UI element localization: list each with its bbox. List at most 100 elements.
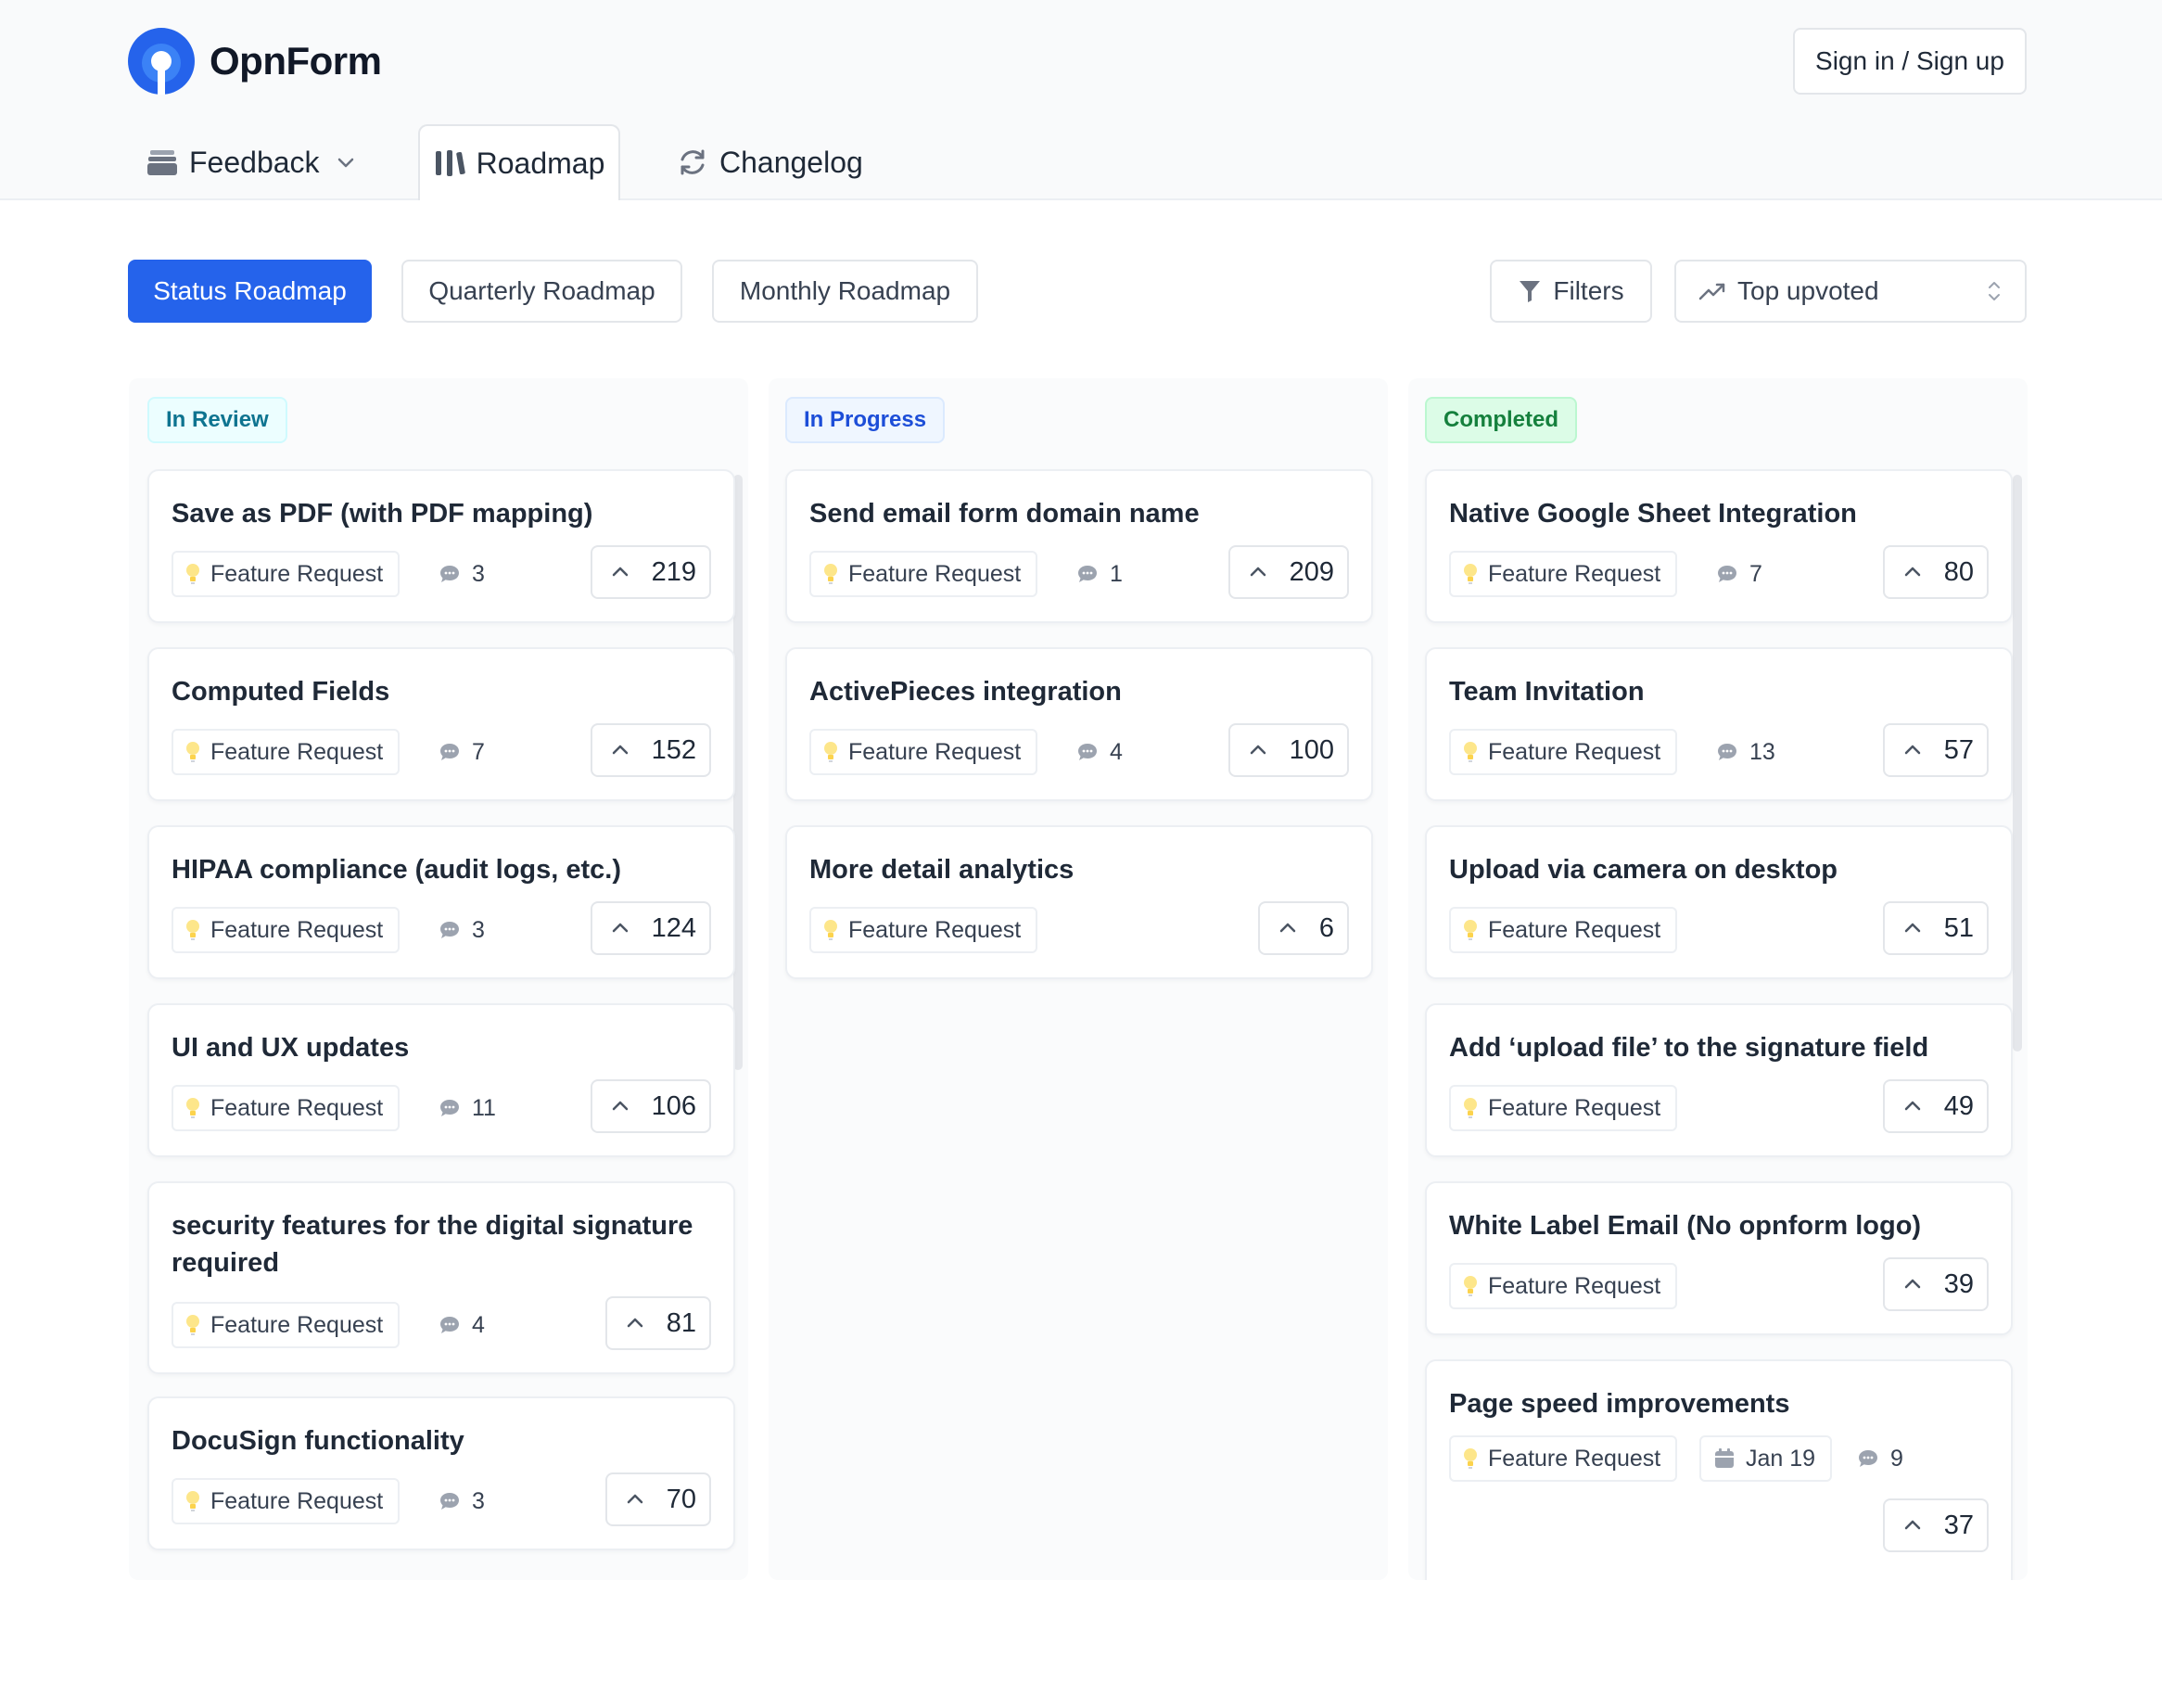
chevron-up-icon bbox=[627, 1318, 642, 1328]
card-title: Team Invitation bbox=[1449, 677, 1645, 707]
roadmap-card[interactable]: Native Google Sheet Integration Feature … bbox=[1425, 469, 2013, 623]
comment-count-value: 1 bbox=[1110, 560, 1123, 587]
sort-select[interactable]: Top upvoted bbox=[1674, 260, 2027, 323]
chat-bubble-icon bbox=[1718, 744, 1736, 760]
tag-feature-request[interactable]: Feature Request bbox=[172, 1478, 401, 1524]
upvote-button[interactable]: 51 bbox=[1882, 901, 1989, 955]
tab-quarterly-roadmap[interactable]: Quarterly Roadmap bbox=[401, 260, 682, 323]
roadmap-card[interactable]: Save as PDF (with PDF mapping) Feature R… bbox=[147, 469, 735, 623]
roadmap-card[interactable]: UI and UX updates Feature Request 11 106 bbox=[147, 1003, 735, 1157]
card-title: Native Google Sheet Integration bbox=[1449, 499, 1857, 529]
roadmap-card[interactable]: Team Invitation Feature Request 13 57 bbox=[1425, 647, 2013, 801]
app-name: OpnForm bbox=[210, 39, 382, 83]
nav-tab-roadmap[interactable]: Roadmap bbox=[418, 124, 620, 200]
upvote-button[interactable]: 152 bbox=[590, 723, 711, 777]
upvote-count: 70 bbox=[666, 1484, 696, 1514]
comment-count-value: 4 bbox=[1110, 738, 1123, 765]
card-title: Upload via camera on desktop bbox=[1449, 855, 1838, 885]
chat-bubble-icon bbox=[440, 566, 459, 582]
logo[interactable]: OpnForm bbox=[128, 28, 382, 95]
roadmap-card[interactable]: HIPAA compliance (audit logs, etc.) Feat… bbox=[147, 825, 735, 979]
date-tag: Jan 19 bbox=[1699, 1435, 1833, 1482]
comment-count: 3 bbox=[439, 551, 485, 597]
upvote-button[interactable]: 57 bbox=[1882, 723, 1989, 777]
tag-feature-request[interactable]: Feature Request bbox=[1449, 1263, 1678, 1309]
tab-monthly-roadmap[interactable]: Monthly Roadmap bbox=[712, 260, 978, 323]
upvote-count: 209 bbox=[1289, 556, 1334, 587]
roadmap-card[interactable]: White Label Email (No opnform logo) Feat… bbox=[1425, 1181, 2013, 1335]
roadmap-card[interactable]: Computed Fields Feature Request 7 152 bbox=[147, 647, 735, 801]
upvote-button[interactable]: 70 bbox=[604, 1472, 711, 1526]
status-badge: In Review bbox=[147, 397, 287, 443]
roadmap-card[interactable]: More detail analytics Feature Request 6 bbox=[785, 825, 1373, 979]
tag-feature-request[interactable]: Feature Request bbox=[809, 551, 1038, 597]
roadmap-card[interactable]: ActivePieces integration Feature Request… bbox=[785, 647, 1373, 801]
comment-count-value: 11 bbox=[472, 1094, 496, 1121]
sort-selected-value: Top upvoted bbox=[1737, 276, 1879, 305]
upvote-count: 6 bbox=[1318, 912, 1334, 943]
tab-status-roadmap[interactable]: Status Roadmap bbox=[128, 260, 372, 323]
sign-in-button[interactable]: Sign in / Sign up bbox=[1793, 28, 2027, 95]
tag-feature-request[interactable]: Feature Request bbox=[172, 1302, 401, 1348]
tag-feature-request[interactable]: Feature Request bbox=[1449, 1435, 1678, 1482]
upvote-button[interactable]: 80 bbox=[1882, 545, 1989, 599]
chat-bubble-icon bbox=[440, 1100, 459, 1116]
chevron-down-icon bbox=[337, 158, 353, 168]
tag-feature-request[interactable]: Feature Request bbox=[172, 1085, 401, 1131]
comment-count: 7 bbox=[1716, 551, 1762, 597]
roadmap-card[interactable]: Send email form domain name Feature Requ… bbox=[785, 469, 1373, 623]
comment-count-value: 13 bbox=[1749, 738, 1775, 765]
comment-count: 1 bbox=[1076, 551, 1123, 597]
upvote-button[interactable]: 209 bbox=[1227, 545, 1349, 599]
tag-label: Feature Request bbox=[1488, 1272, 1661, 1299]
upvote-count: 80 bbox=[1943, 556, 1974, 587]
upvote-count: 81 bbox=[666, 1307, 696, 1338]
roadmap-card[interactable]: DocuSign functionality Feature Request 3… bbox=[147, 1396, 735, 1550]
upvote-button[interactable]: 124 bbox=[590, 901, 711, 955]
tag-feature-request[interactable]: Feature Request bbox=[809, 729, 1038, 775]
column-completed: Completed Native Google Sheet Integratio… bbox=[1408, 378, 2028, 1580]
roadmap-card[interactable]: Upload via camera on desktop Feature Req… bbox=[1425, 825, 2013, 979]
tag-label: Feature Request bbox=[210, 916, 384, 943]
tag-feature-request[interactable]: Feature Request bbox=[809, 907, 1038, 953]
column-in-progress: In Progress Send email form domain name … bbox=[769, 378, 1388, 1580]
tag-feature-request[interactable]: Feature Request bbox=[1449, 729, 1678, 775]
status-badge: In Progress bbox=[785, 397, 946, 443]
card-title: UI and UX updates bbox=[172, 1033, 410, 1063]
chevron-up-icon bbox=[612, 923, 628, 933]
comment-count-value: 3 bbox=[472, 560, 485, 587]
upvote-button[interactable]: 49 bbox=[1882, 1079, 1989, 1133]
tag-feature-request[interactable]: Feature Request bbox=[1449, 907, 1678, 953]
comment-count: 3 bbox=[439, 1478, 485, 1524]
scrollbar[interactable] bbox=[2013, 475, 2022, 1052]
upvote-button[interactable]: 81 bbox=[604, 1296, 711, 1350]
tag-feature-request[interactable]: Feature Request bbox=[172, 551, 401, 597]
chevron-up-icon bbox=[1904, 1279, 1920, 1289]
tag-feature-request[interactable]: Feature Request bbox=[1449, 1085, 1678, 1131]
upvote-button[interactable]: 100 bbox=[1227, 723, 1349, 777]
chat-bubble-icon bbox=[1078, 744, 1097, 760]
tag-feature-request[interactable]: Feature Request bbox=[1449, 551, 1678, 597]
upvote-button[interactable]: 6 bbox=[1257, 901, 1349, 955]
upvote-button[interactable]: 106 bbox=[590, 1079, 711, 1133]
upvote-button[interactable]: 39 bbox=[1882, 1257, 1989, 1311]
upvote-button[interactable]: 37 bbox=[1882, 1498, 1989, 1552]
roadmap-card[interactable]: Page speed improvements Feature Request … bbox=[1425, 1359, 2013, 1580]
tag-feature-request[interactable]: Feature Request bbox=[172, 729, 401, 775]
tag-feature-request[interactable]: Feature Request bbox=[172, 907, 401, 953]
card-title: Add ‘upload file’ to the signature field bbox=[1449, 1033, 1929, 1063]
upvote-button[interactable]: 219 bbox=[590, 545, 711, 599]
filters-button[interactable]: Filters bbox=[1490, 260, 1652, 323]
roadmap-card[interactable]: Add ‘upload file’ to the signature field… bbox=[1425, 1003, 2013, 1157]
roadmap-card[interactable]: security features for the digital signat… bbox=[147, 1181, 735, 1374]
tag-label: Feature Request bbox=[210, 1094, 384, 1121]
chat-bubble-icon bbox=[1078, 566, 1097, 582]
nav-tab-feedback[interactable]: Feedback bbox=[146, 124, 357, 200]
upvote-count: 51 bbox=[1943, 912, 1974, 943]
tag-label: Feature Request bbox=[210, 1311, 384, 1338]
nav-tab-changelog[interactable]: Changelog bbox=[677, 124, 863, 200]
opnform-logo-icon bbox=[128, 28, 195, 95]
tag-label: Feature Request bbox=[1488, 560, 1661, 587]
comment-count-value: 7 bbox=[1749, 560, 1762, 587]
top-bar: OpnForm Sign in / Sign up Feedback Roadm… bbox=[0, 0, 2162, 200]
